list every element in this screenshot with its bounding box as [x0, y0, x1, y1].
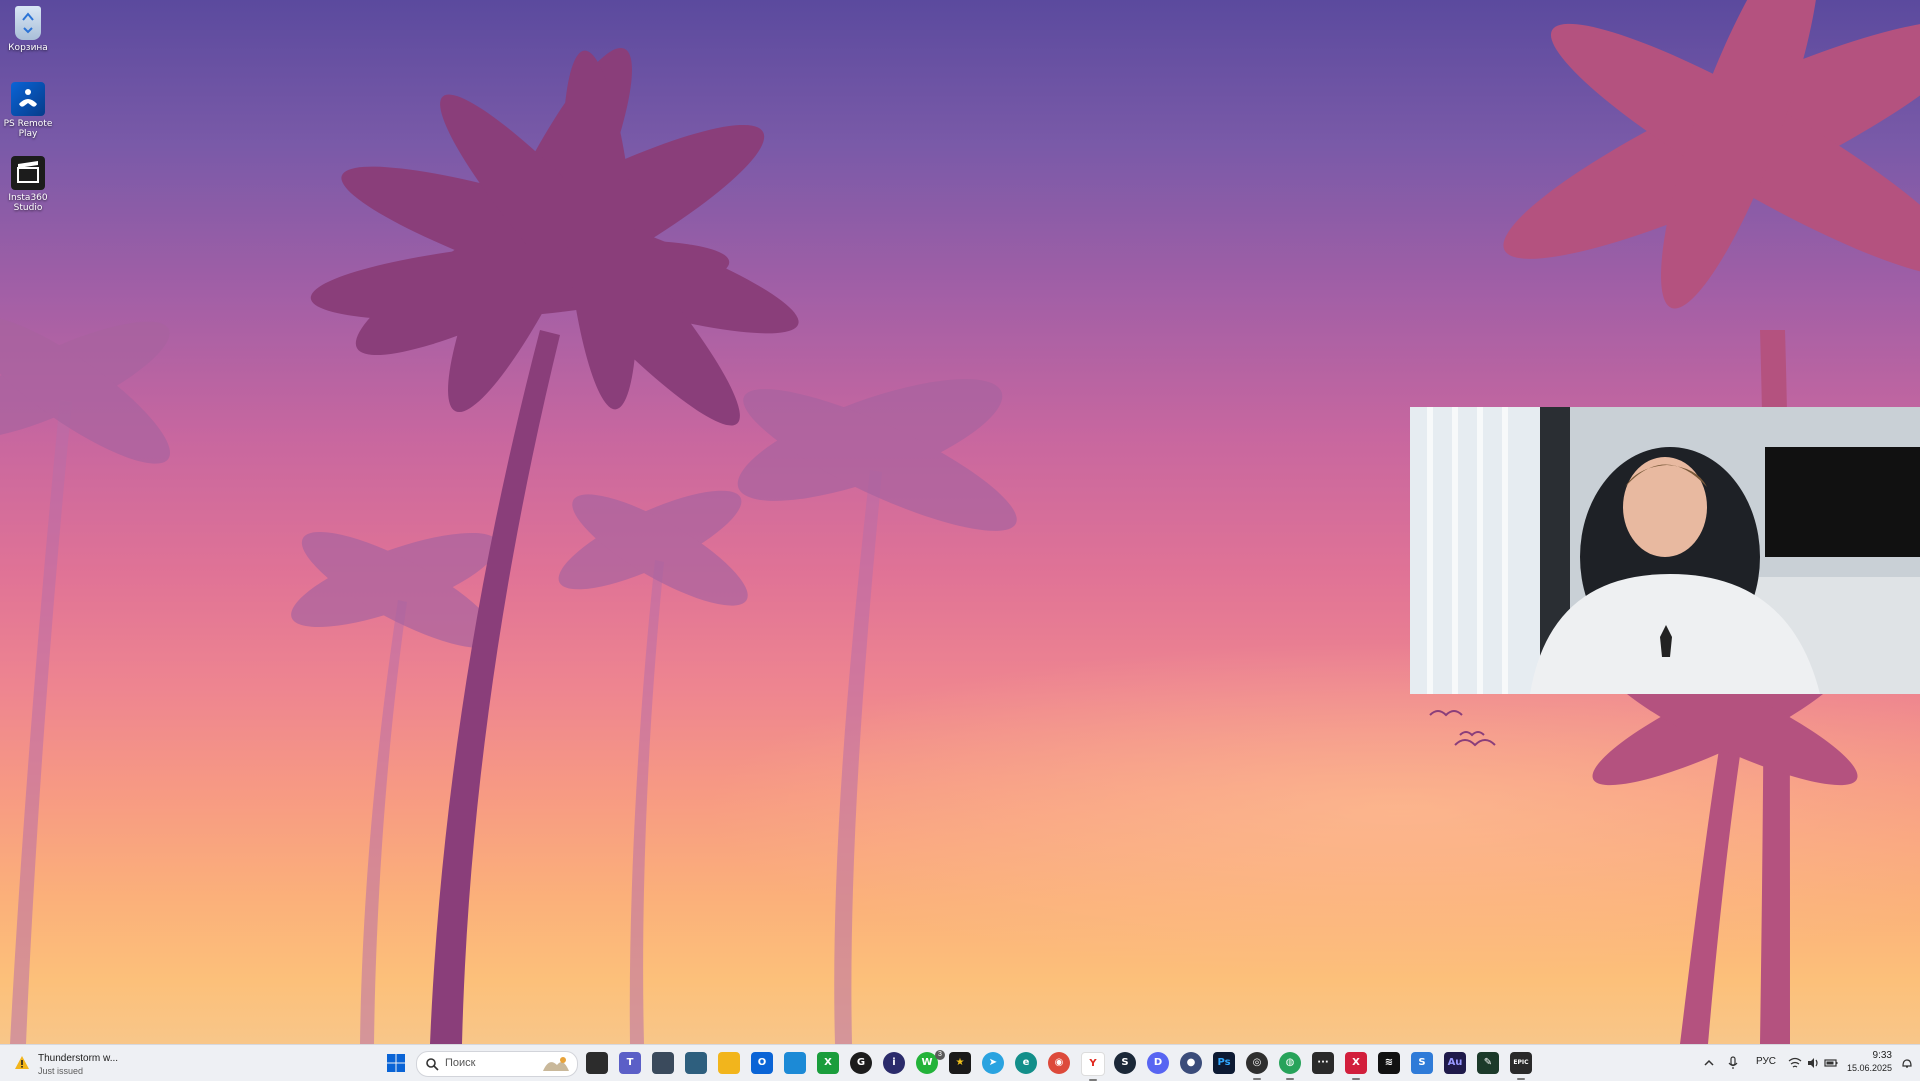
notification-bell-icon[interactable]: [1900, 1056, 1914, 1070]
telegram-app-icon[interactable]: ➤: [982, 1052, 1004, 1074]
search-placeholder: Поиск: [445, 1057, 476, 1069]
search-highlight-icon: [543, 1057, 569, 1071]
calculator-app-icon[interactable]: [685, 1052, 707, 1074]
audition-app-icon[interactable]: Au: [1444, 1052, 1466, 1074]
clock[interactable]: 9:33 15.06.2025: [1842, 1050, 1892, 1073]
discord-app-icon[interactable]: D: [1147, 1052, 1169, 1074]
taskbar: Thunderstorm w... Just issued Поиск T O …: [0, 1044, 1920, 1081]
start-button[interactable]: [386, 1053, 406, 1073]
search-box[interactable]: Поиск: [416, 1051, 578, 1077]
system-tray: РУС 9:33 15.06.2025: [1700, 1045, 1920, 1081]
clock-date: 15.06.2025: [1846, 1063, 1892, 1073]
xbox-app-icon[interactable]: X: [817, 1052, 839, 1074]
battery-icon[interactable]: [1824, 1056, 1838, 1070]
g-app-icon[interactable]: G: [850, 1052, 872, 1074]
file-explorer-app-icon[interactable]: [586, 1052, 608, 1074]
chevron-up-icon[interactable]: [1702, 1056, 1716, 1070]
folder-app-icon[interactable]: [718, 1052, 740, 1074]
chrome-app-icon[interactable]: ◉: [1048, 1052, 1070, 1074]
desktop-icon-recycle-bin[interactable]: Корзина: [0, 0, 56, 53]
steam-app-icon[interactable]: S: [1114, 1052, 1136, 1074]
blue-app-icon[interactable]: S: [1411, 1052, 1433, 1074]
dots-app-icon[interactable]: ···: [1312, 1052, 1334, 1074]
obs-app-icon[interactable]: ◎: [1246, 1052, 1268, 1080]
teams-app-icon[interactable]: T: [619, 1052, 641, 1074]
webcam-overlay: [1410, 407, 1920, 694]
tool-app-icon[interactable]: ✎: [1477, 1052, 1499, 1074]
wifi-icon[interactable]: [1788, 1056, 1802, 1070]
globe-app-icon[interactable]: ◍: [1279, 1052, 1301, 1080]
search-icon: [426, 1058, 439, 1071]
ps-remote-play-icon: [11, 82, 45, 116]
info-app-icon[interactable]: i: [883, 1052, 905, 1074]
capcut-app-icon[interactable]: ≋: [1378, 1052, 1400, 1074]
outlook-app-icon[interactable]: O: [751, 1052, 773, 1074]
recycle-bin-icon: [15, 6, 41, 40]
desktop-icon-insta360-studio[interactable]: Insta360 Studio: [0, 150, 56, 213]
weather-title: Thunderstorm w...: [38, 1053, 119, 1064]
camera-app-icon[interactable]: [652, 1052, 674, 1074]
x-app-icon[interactable]: X: [1345, 1052, 1367, 1080]
desktop-icon-ps-remote-play[interactable]: PS Remote Play: [0, 76, 56, 139]
microphone-icon[interactable]: [1726, 1056, 1740, 1070]
photoshop-app-icon[interactable]: Ps: [1213, 1052, 1235, 1074]
feather-app-icon[interactable]: [784, 1052, 806, 1074]
yandex-browser-app-icon[interactable]: Y: [1081, 1052, 1105, 1081]
language-indicator[interactable]: РУС: [1756, 1056, 1776, 1067]
whatsapp-badge: 3: [935, 1050, 945, 1060]
edge-app-icon[interactable]: e: [1015, 1052, 1037, 1074]
storm-warning-icon: [15, 1056, 29, 1069]
volume-icon[interactable]: [1806, 1056, 1820, 1070]
star-app-icon[interactable]: ★: [949, 1052, 971, 1074]
epic-games-app-icon[interactable]: EPIC: [1510, 1052, 1532, 1080]
clock-time: 9:33: [1872, 1050, 1892, 1061]
weather-widget[interactable]: Thunderstorm w... Just issued: [10, 1049, 130, 1077]
insta360-studio-icon: [11, 156, 45, 190]
weather-subtitle: Just issued: [38, 1066, 84, 1076]
circle-app-icon[interactable]: ●: [1180, 1052, 1202, 1074]
